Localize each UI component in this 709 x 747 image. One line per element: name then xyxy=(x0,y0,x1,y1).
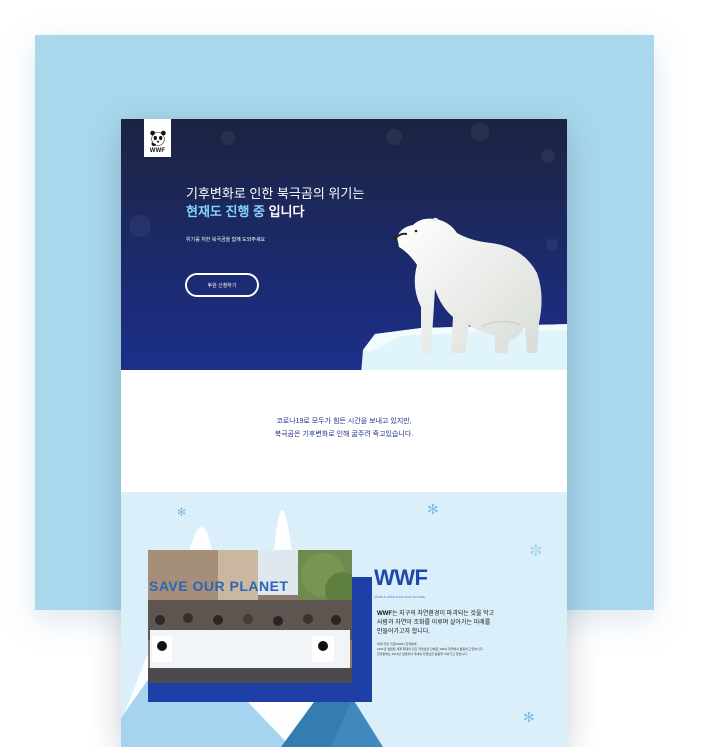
snowflake-icon: ✻ xyxy=(523,709,535,725)
wwf-description: WWF는 지구의 자연환경이 파괴되는 것을 막고 사람과 자연이 조화를 이루… xyxy=(377,610,494,637)
march-photo-illustration xyxy=(148,550,352,683)
bokeh-dot xyxy=(471,123,489,141)
bokeh-dot xyxy=(541,149,555,163)
desc-line-2: 사람과 자연이 조화를 이루며 살아가는 미래를 xyxy=(377,620,491,626)
snowflake-icon: ✻ xyxy=(427,501,439,517)
desc-line-3: 만들어가고자 합니다. xyxy=(377,629,431,635)
bokeh-dot xyxy=(386,129,402,145)
wwf-logo[interactable]: WWF xyxy=(144,119,171,157)
headline-rest: 입니다 xyxy=(264,204,305,219)
landing-page-preview: WWF 기후변화로 인한 북극곰의 위기는 현재도 진행 중 입니다 위기를 처… xyxy=(121,119,567,747)
polar-bear-image xyxy=(393,217,542,353)
about-section: ✻ ✻ ✼ ✻ SAVE OUR PLANET WWF (WORLD WIDE … xyxy=(121,492,567,747)
desc-line-1-text: 는 지구의 자연환경이 파괴되는 것을 막고 xyxy=(392,611,495,617)
hero-headline: 기후변화로 인한 북극곰의 위기는 xyxy=(186,186,365,201)
wwf-fine-print: 세계 자연 기금(WWF) 한국본부 1961년 설립된 세계 최대의 민간 자… xyxy=(377,642,483,657)
intro-section: 코로나19로 모두가 힘든 시간을 보내고 있지만, 북극곰은 기후변화로 인해… xyxy=(121,370,567,492)
wwf-title: WWF xyxy=(374,565,428,590)
fine-line-3: 한국본부는 2014년 설립되어 국내외 자연보전 활동을 이어가고 있습니다. xyxy=(377,652,468,656)
desc-lead: WWF xyxy=(377,611,392,617)
bokeh-dot xyxy=(129,215,151,237)
snowflake-icon: ✻ xyxy=(177,507,187,519)
hero-section: WWF 기후변화로 인한 북극곰의 위기는 현재도 진행 중 입니다 위기를 처… xyxy=(121,119,567,370)
intro-line-2: 북극곰은 기후변화로 인해 굶주려 죽고있습니다. xyxy=(274,431,414,438)
hero-headline-second: 현재도 진행 중 입니다 xyxy=(186,203,304,221)
photo-banner-text: SAVE OUR PLANET xyxy=(149,578,289,594)
wwf-tagline: (WORLD WIDE FUND FOR NATURE) xyxy=(374,595,426,599)
snowflake-icon: ✼ xyxy=(529,543,543,560)
save-our-planet-photo xyxy=(148,550,352,683)
desc-line-1: WWF는 지구의 자연환경이 파괴되는 것을 막고 xyxy=(377,610,494,619)
intro-line-1: 코로나19로 모두가 힘든 시간을 보내고 있지만, xyxy=(276,418,412,425)
hero-subtext: 위기를 처한 북극곰을 함께 도와주세요 xyxy=(186,237,266,243)
headline-highlight: 현재도 진행 중 xyxy=(186,204,265,219)
logo-text: WWF xyxy=(149,148,166,154)
donate-button[interactable]: 후원 신청하기 xyxy=(185,273,259,297)
bokeh-dot xyxy=(221,131,235,145)
panda-icon xyxy=(149,130,166,147)
